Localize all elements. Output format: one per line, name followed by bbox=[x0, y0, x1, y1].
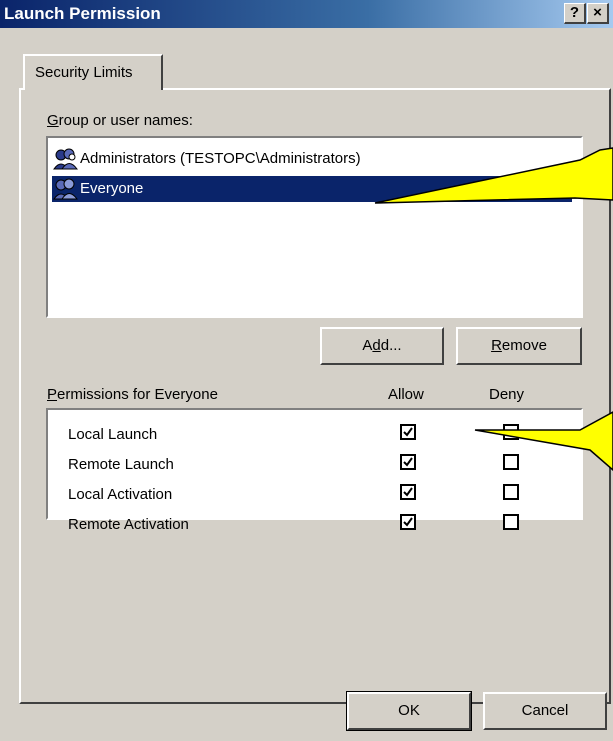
callout-arrow-users bbox=[374, 147, 613, 204]
tab-security-limits[interactable]: Security Limits bbox=[23, 54, 163, 90]
callout-overlay bbox=[374, 147, 613, 471]
callout-arrow-permissions bbox=[474, 411, 613, 471]
tab-label: Security Limits bbox=[35, 64, 133, 81]
